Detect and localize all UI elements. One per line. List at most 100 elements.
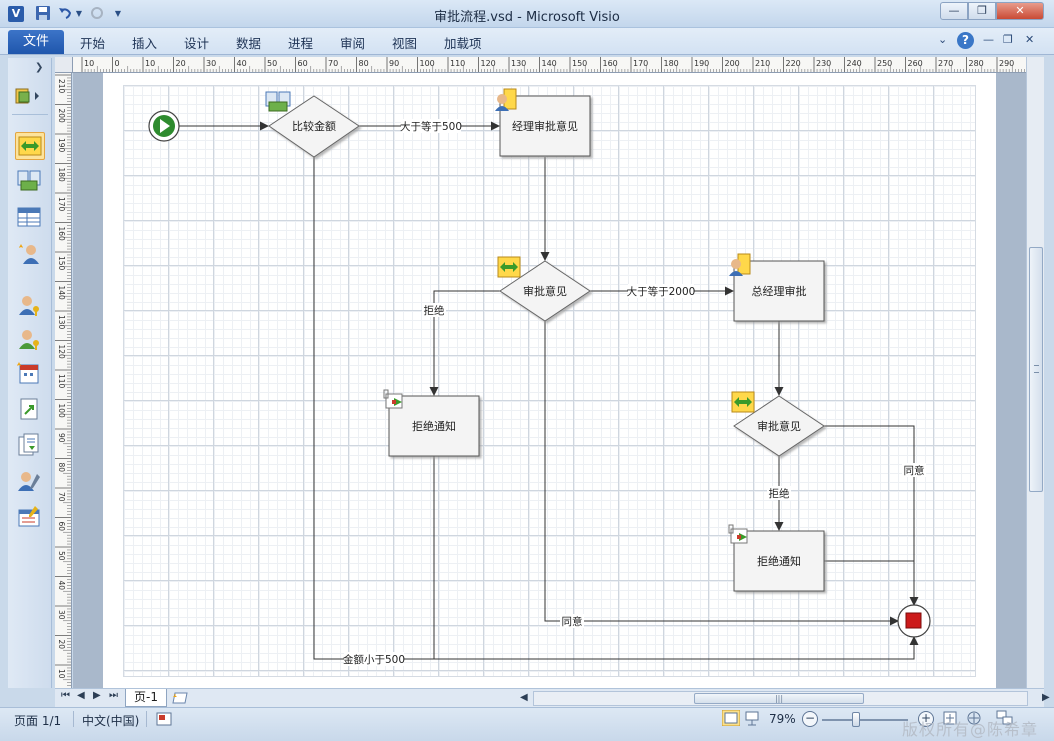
zoom-slider[interactable] [822, 719, 908, 721]
page-tab-1[interactable]: 页-1 [125, 689, 167, 707]
vertical-scroll-thumb[interactable] [1029, 247, 1043, 492]
user-task-badge-icon-2 [729, 253, 751, 276]
shape-documents-icon[interactable] [15, 432, 45, 460]
task-reject-2-label: 拒绝通知 [757, 554, 801, 568]
rule-badge-icon [265, 91, 291, 112]
label-gte-2000: 大于等于2000 [627, 285, 696, 298]
ruler-label: 250 [877, 59, 892, 68]
mail-badge-icon-1 [383, 389, 403, 409]
tab-review[interactable]: 审阅 [340, 33, 365, 52]
normal-view-icon[interactable] [721, 709, 741, 729]
close-button[interactable]: ✕ [996, 2, 1044, 20]
connector-decision1-end[interactable] [544, 321, 899, 626]
decision-approval-1-label: 审批意见 [523, 284, 567, 298]
doc-close-button[interactable]: ✕ [1025, 33, 1034, 46]
next-page-icon[interactable]: ▶ [93, 690, 101, 701]
ruler-label: 40 [237, 59, 247, 68]
workflow-diagram[interactable]: 比较金额 经理审批意见 审批意见 总经理审批 拒绝通知 审批意见 拒绝通知 大于… [73, 73, 1026, 688]
vertical-scrollbar[interactable] [1026, 57, 1044, 688]
label-lt-500: 金额小于500 [343, 653, 405, 666]
ruler-label: 150 [57, 256, 66, 271]
scroll-left-icon[interactable]: ◀ [520, 692, 528, 703]
horizontal-ruler[interactable]: 10 0 10 20 30 40 50 60 70 80 90 100 110 120 130 140 150 1… [73, 57, 1026, 73]
ruler-label: 100 [420, 59, 435, 68]
drawing-canvas[interactable]: 比较金额 经理审批意见 审批意见 总经理审批 拒绝通知 审批意见 拒绝通知 大于… [73, 73, 1026, 688]
tab-file[interactable]: 文件 [8, 30, 64, 54]
last-page-icon[interactable]: ⏭ [109, 690, 118, 701]
shape-rule-icon[interactable] [15, 168, 45, 196]
ruler-label: 220 [786, 59, 801, 68]
copyright-watermark: 版权所有@陈希章 [902, 720, 1039, 739]
doc-minimize-button[interactable]: — [983, 33, 994, 46]
task-manager-label: 经理审批意见 [512, 119, 578, 133]
tab-data[interactable]: 数据 [236, 33, 261, 52]
ruler-label: 20 [57, 640, 66, 650]
ruler-label: 210 [57, 79, 66, 94]
ruler-label: 140 [542, 59, 557, 68]
label-agree-2: 同意 [562, 615, 583, 628]
minimize-button[interactable]: — [940, 2, 968, 20]
page-indicator[interactable]: 页面 1/1 [14, 712, 61, 729]
connector-decision2-end[interactable] [824, 425, 919, 606]
language-indicator[interactable]: 中文(中国) [82, 712, 139, 729]
ribbon-collapse-icon[interactable]: ⌄ [938, 33, 947, 46]
ruler-label: 110 [450, 59, 465, 68]
tab-view[interactable]: 视图 [392, 33, 417, 52]
ruler-label: 120 [57, 345, 66, 360]
shape-table-icon[interactable] [15, 204, 45, 232]
ruler-label: 160 [57, 227, 66, 242]
ruler-label: 230 [816, 59, 831, 68]
shape-compare-icon[interactable] [15, 132, 45, 160]
ruler-label: 30 [206, 59, 216, 68]
zoom-out-icon[interactable]: − [802, 711, 818, 727]
shape-user-new-icon[interactable] [15, 240, 45, 268]
scroll-right-icon[interactable]: ▶ [1042, 692, 1050, 703]
prev-page-icon[interactable]: ◀ [77, 690, 85, 701]
shape-user-approve-icon[interactable] [15, 326, 45, 354]
decision-compare-label: 比较金额 [292, 119, 336, 133]
shape-calendar-icon[interactable] [15, 360, 45, 388]
label-reject-2: 拒绝 [769, 487, 790, 500]
tab-design[interactable]: 设计 [184, 33, 209, 52]
ruler-label: 70 [328, 59, 338, 68]
shape-form-edit-icon[interactable] [15, 504, 45, 532]
ruler-label: 130 [57, 315, 66, 330]
user-task-badge-icon [495, 88, 517, 111]
horizontal-scrollbar[interactable]: ◀ ||| ▶ [520, 691, 1050, 706]
presentation-view-icon[interactable] [744, 710, 760, 729]
ruler-label: 180 [57, 168, 66, 183]
stencil-icon[interactable] [14, 86, 44, 106]
status-bar: 页面 1/1 中文(中国) 79% − + 版权所有@陈希章 [0, 707, 1054, 741]
doc-restore-button[interactable]: ❐ [1003, 33, 1013, 46]
start-event[interactable] [148, 110, 180, 142]
insert-page-icon[interactable] [171, 692, 189, 704]
ruler-label: 90 [389, 59, 399, 68]
help-icon[interactable]: ? [957, 32, 974, 49]
expand-shapes-icon[interactable]: ❯ [35, 62, 43, 73]
vertical-ruler[interactable]: 210 200 190 180 170 160 150 140 130 120 110 100 90 80… [55, 73, 72, 688]
ruler-label: 130 [511, 59, 526, 68]
zoom-level[interactable]: 79% [769, 712, 796, 726]
macro-record-icon[interactable] [156, 712, 172, 729]
ruler-label: 170 [57, 197, 66, 212]
decision-approval-2-label: 审批意见 [757, 419, 801, 433]
ruler-label: 150 [572, 59, 587, 68]
tab-process[interactable]: 进程 [288, 33, 313, 52]
ruler-label: 190 [57, 138, 66, 153]
ruler-label: 290 [999, 59, 1014, 68]
ruler-label: 10 [57, 669, 66, 679]
label-agree-1: 同意 [904, 464, 925, 477]
tab-insert[interactable]: 插入 [132, 33, 157, 52]
ruler-label: 170 [633, 59, 648, 68]
shape-user-key-icon[interactable] [15, 292, 45, 320]
tab-addins[interactable]: 加载项 [444, 33, 482, 52]
first-page-icon[interactable]: ⏮ [61, 690, 70, 701]
shape-document-arrow-icon[interactable] [15, 396, 45, 424]
horizontal-scroll-thumb[interactable]: ||| [694, 693, 864, 704]
zoom-slider-knob[interactable] [852, 712, 860, 727]
shape-user-edit-icon[interactable] [15, 468, 45, 496]
ruler-label: 280 [969, 59, 984, 68]
end-event[interactable] [897, 604, 931, 638]
maximize-button[interactable]: ❐ [968, 2, 996, 20]
tab-home[interactable]: 开始 [80, 33, 105, 52]
